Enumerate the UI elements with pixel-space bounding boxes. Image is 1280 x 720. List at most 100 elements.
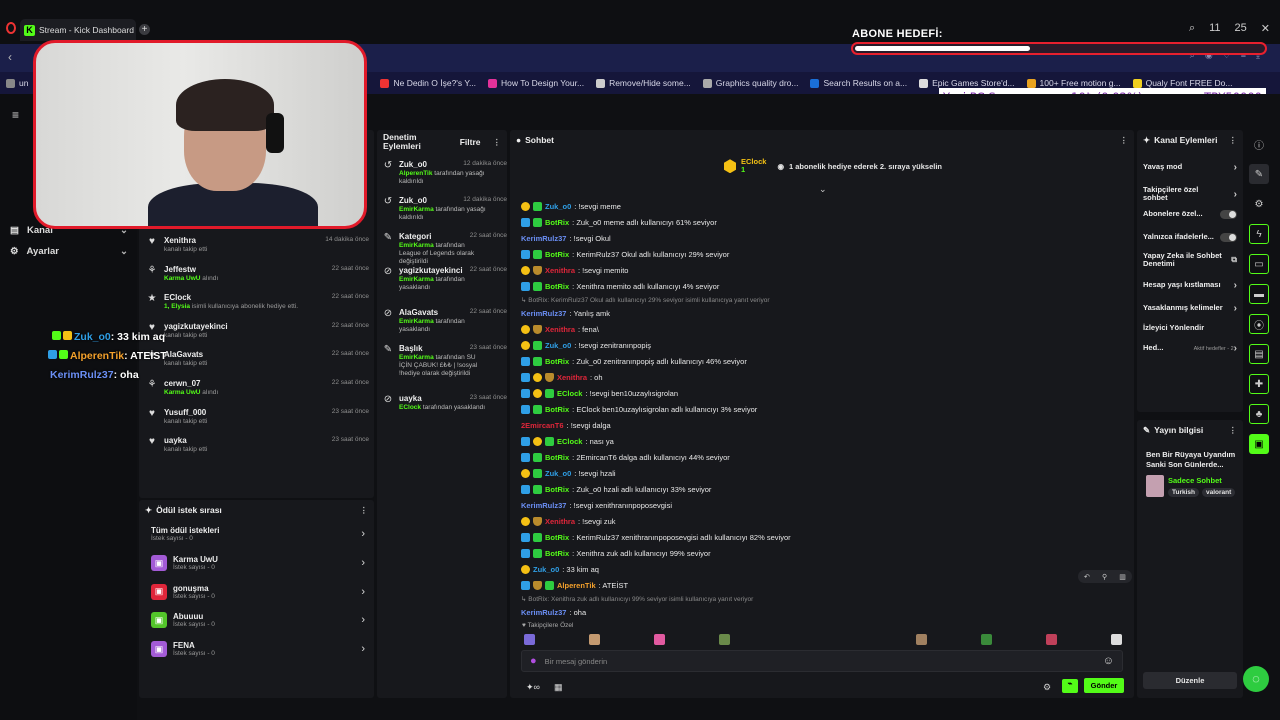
moderation-actor[interactable]: AlperenTik — [399, 170, 432, 177]
chat-message[interactable]: BotRix: Xenithra memito adlı kullanıcıyı… — [521, 282, 1121, 291]
trash-icon[interactable]: ▥ — [1119, 573, 1126, 581]
document-icon[interactable]: ▭ — [1249, 254, 1269, 274]
bookmark-item[interactable]: Epic Games Store'd... — [919, 78, 1015, 88]
channel-action-item[interactable]: Abonelere özel... — [1143, 210, 1237, 219]
activity-user[interactable]: Yusuff_000 — [164, 408, 207, 417]
opera-logo-icon[interactable] — [6, 22, 16, 34]
moderation-actor[interactable]: EmirKarma — [399, 206, 434, 213]
activity-user[interactable]: EClock — [164, 293, 298, 302]
mic-icon[interactable]: ● — [530, 655, 537, 667]
chat-message[interactable]: BotRix: Zuk_o0 hzali adlı kullanıcıyı 33… — [521, 485, 1121, 494]
chat-username[interactable]: KerimRulz37 — [521, 608, 566, 617]
chat-username[interactable]: AlperenTik — [557, 581, 596, 590]
chat-username[interactable]: BotRix — [545, 218, 569, 227]
chat-message[interactable]: KerimRulz37: Yanlış amk — [521, 309, 1121, 318]
back-arrow-icon[interactable]: ‹ — [8, 50, 12, 64]
add-widget-icon[interactable]: ▣ — [1249, 434, 1269, 454]
hamburger-icon[interactable]: ≡ — [12, 108, 19, 122]
activity-user[interactable]: cerwn_07 — [164, 379, 218, 388]
stream-category[interactable]: Sadece Sohbet — [1168, 476, 1222, 485]
rewards-all[interactable]: Tüm ödül istekleri İstek sayısı - 0 › — [151, 526, 365, 542]
broadcast-icon[interactable]: ⦿ — [1249, 314, 1269, 334]
moderation-actor[interactable]: EmirKarma — [399, 242, 434, 249]
moderation-actor[interactable]: EmirKarma — [399, 354, 434, 361]
chat-message[interactable]: Zuk_o0: !sevgi hzali — [521, 469, 1121, 478]
chat-message[interactable]: EClock: nası ya — [521, 437, 1121, 446]
toggle-switch[interactable] — [1219, 210, 1237, 219]
tag[interactable]: Turkish — [1168, 488, 1199, 497]
chat-message[interactable]: BotRix: Xenithra zuk adlı kullanıcıyı 99… — [521, 549, 1121, 558]
chat-username[interactable]: EClock — [557, 437, 582, 446]
comment-icon[interactable]: ▬ — [1249, 284, 1269, 304]
channel-action-item[interactable]: Hed... Aktif hedefler - 2 › — [1143, 343, 1237, 354]
chat-username[interactable]: KerimRulz37 — [521, 234, 566, 243]
bookmark-item[interactable]: Graphics quality dro... — [702, 78, 798, 88]
chat-username[interactable]: BotRix — [545, 549, 569, 558]
expand-icon[interactable]: ⌄ — [819, 184, 827, 195]
chat-message[interactable]: Xenithra: !sevgi zuk — [521, 517, 1121, 526]
emoji-icon[interactable]: ☺ — [1103, 655, 1114, 667]
search-icon[interactable]: ⌕ — [1189, 22, 1195, 35]
activity-user[interactable]: yagizkutayekinci — [164, 322, 228, 331]
chat-message[interactable]: Xenithra: oh — [521, 373, 1121, 382]
more-icon[interactable]: ⋮ — [1120, 135, 1129, 146]
chat-message[interactable]: Xenithra: fena\ — [521, 325, 1121, 334]
info-icon[interactable]: ⓘ — [1249, 134, 1269, 154]
filter-button[interactable]: Filtre — [460, 137, 481, 147]
settings-icon[interactable]: ⚙ — [1249, 194, 1269, 214]
chat-username[interactable]: BotRix — [545, 250, 569, 259]
bookmark-item[interactable]: 100+ Free motion g... — [1026, 78, 1121, 88]
channel-action-item[interactable]: Takipçilere özel sohbet › — [1143, 185, 1237, 203]
edit-stream-button[interactable]: Düzenle — [1143, 672, 1237, 689]
chat-username[interactable]: Zuk_o0 — [533, 565, 559, 574]
chat-message[interactable]: KerimRulz37: !sevgi xenithranınpoposevgi… — [521, 501, 1121, 510]
chat-message[interactable]: EClock: !sevgi ben10uzaylısigrolan — [521, 389, 1121, 398]
channel-action-item[interactable]: Yasaklanmış kelimeler › — [1143, 303, 1237, 314]
reward-item[interactable]: ▣ Abuuuu İstek sayısı - 0 › — [151, 612, 365, 629]
bookmark-item[interactable]: un — [6, 78, 28, 88]
chat-username[interactable]: Xenithra — [545, 517, 575, 526]
reward-item[interactable]: ▣ gonuşma İstek sayısı - 0 › — [151, 583, 365, 600]
chat-message[interactable]: BotRix: KerimRulz37 Okul adlı kullanıcıy… — [521, 250, 1121, 259]
bookmark-item[interactable]: Qualy Font FREE Do... — [1132, 78, 1233, 88]
kick-icon[interactable]: ⌁ — [1062, 679, 1078, 693]
close-icon[interactable]: ✕ — [1261, 22, 1270, 35]
more-icon[interactable]: ⋮ — [493, 137, 502, 148]
reward-item[interactable]: ▣ FENA İstek sayısı - 0 › — [151, 641, 365, 658]
moderation-actor[interactable]: EmirKarma — [399, 318, 434, 325]
points-icon[interactable]: ✦∞ — [526, 682, 540, 693]
chat-message[interactable]: 2EmircanT6: !sevgi dalga — [521, 421, 1121, 430]
bookmark-item[interactable]: Search Results on a... — [810, 78, 907, 88]
chat-username[interactable]: Xenithra — [557, 373, 587, 382]
more-icon[interactable]: ⋮ — [360, 505, 369, 516]
chat-message[interactable]: BotRix: Zuk_o0 meme adlı kullanıcıyı 61%… — [521, 218, 1121, 227]
chat-username[interactable]: Zuk_o0 — [545, 469, 571, 478]
emote-icon[interactable] — [589, 634, 600, 645]
chat-message[interactable]: AlperenTik: ATEİST — [521, 581, 1121, 590]
chat-message[interactable]: KerimRulz37: !sevgi Okul — [521, 234, 1121, 243]
reward-item[interactable]: ▣ Karma UwU İstek sayısı - 0 › — [151, 555, 365, 571]
chat-message[interactable]: BotRix: EClock ben10uzaylısigrolan adlı … — [521, 405, 1121, 414]
nav-item-ayarlar[interactable]: ⚙ Ayarlar ⌄ — [10, 246, 128, 257]
activity-user[interactable]: Jeffestw — [164, 265, 218, 274]
chat-username[interactable]: BotRix — [545, 533, 569, 542]
emote-icon[interactable] — [524, 634, 535, 645]
chat-username[interactable]: EClock — [557, 389, 582, 398]
channel-action-item[interactable]: Hesap yaşı kıstlaması › — [1143, 280, 1237, 291]
chat-username[interactable]: Xenithra — [545, 266, 575, 275]
channel-action-item[interactable]: İzleyici Yönlendir — [1143, 323, 1237, 332]
emote-icon[interactable] — [981, 634, 992, 645]
chat-username[interactable]: BotRix — [545, 357, 569, 366]
channel-action-item[interactable]: Yavaş mod › — [1143, 162, 1237, 173]
chat-username[interactable]: BotRix — [545, 282, 569, 291]
chat-message[interactable]: BotRix: 2EmircanT6 dalga adlı kullanıcıy… — [521, 453, 1121, 462]
moderation-actor[interactable]: EmirKarma — [399, 276, 434, 283]
pencil-icon[interactable]: ✎ — [1249, 164, 1269, 184]
activity-user[interactable]: AlaGavats — [164, 350, 207, 359]
chat-username[interactable]: 2EmircanT6 — [521, 421, 564, 430]
browser-tab-kick[interactable]: K Stream - Kick Dashboard — [20, 19, 136, 41]
chat-message[interactable]: KerimRulz37: oha — [521, 608, 1121, 617]
chat-username[interactable]: BotRix — [545, 405, 569, 414]
chat-message[interactable]: Zuk_o0: !sevgi meme — [521, 202, 1121, 211]
help-chat-button[interactable]: ◌ — [1243, 666, 1269, 692]
